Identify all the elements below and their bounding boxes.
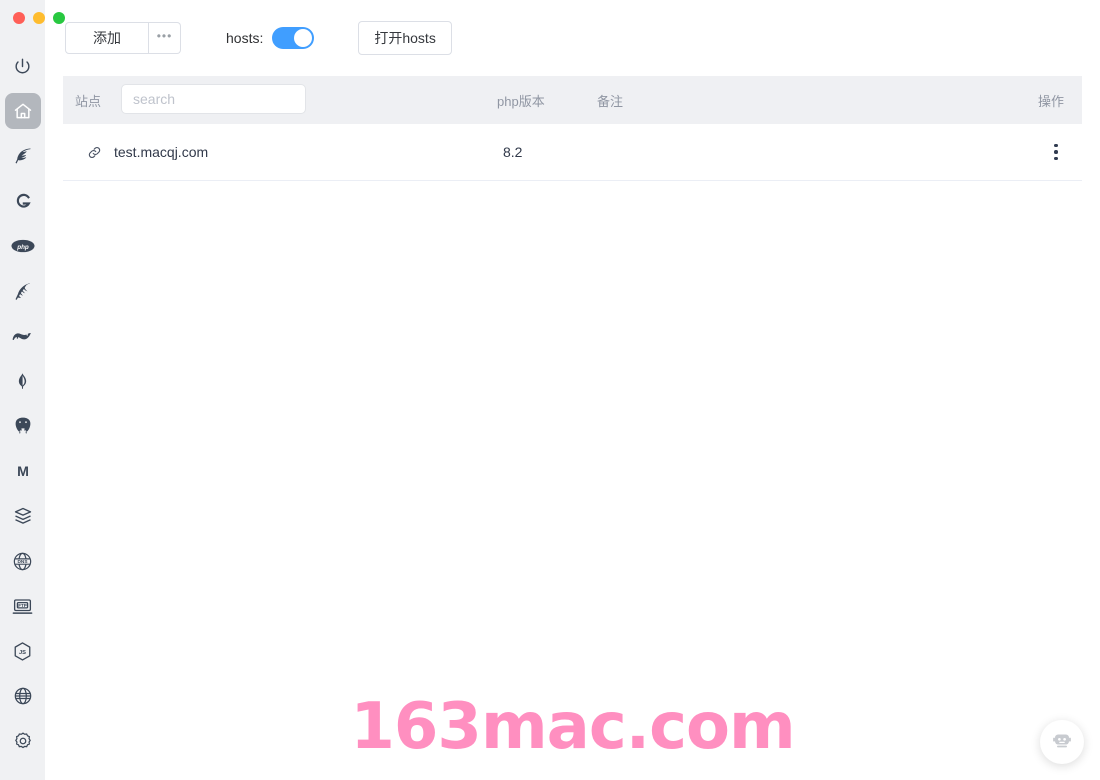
robot-assistant-icon bbox=[1050, 728, 1074, 757]
sidebar-item-settings[interactable] bbox=[5, 723, 41, 759]
row-actions-button[interactable] bbox=[1044, 140, 1068, 164]
table-row[interactable]: test.macqj.com 8.2 bbox=[63, 124, 1082, 181]
search-input[interactable] bbox=[121, 84, 306, 114]
more-vertical-icon bbox=[1054, 143, 1058, 161]
traffic-lights bbox=[13, 12, 65, 24]
app-window: php M DNS FTP JS 添加 ••• hosts: 打开hosts 站… bbox=[0, 0, 1100, 780]
sidebar-item-nodejs[interactable]: JS bbox=[5, 633, 41, 669]
column-header-site: 站点 bbox=[75, 93, 102, 109]
toolbar: 添加 ••• hosts: 打开hosts bbox=[45, 0, 1100, 76]
sidebar-item-home[interactable] bbox=[4, 93, 41, 129]
hosts-toggle-group: hosts: bbox=[226, 27, 315, 49]
main-content: 添加 ••• hosts: 打开hosts 站点 php版本 备注 操作 bbox=[45, 0, 1100, 780]
sidebar-item-mariadb[interactable] bbox=[5, 318, 41, 354]
more-options-button[interactable]: ••• bbox=[149, 22, 181, 54]
apache-feather-icon bbox=[12, 281, 33, 302]
svg-text:M: M bbox=[17, 464, 29, 480]
toggle-knob bbox=[294, 29, 313, 47]
svg-text:JS: JS bbox=[19, 649, 26, 655]
close-window-button[interactable] bbox=[13, 12, 25, 24]
sites-table: 站点 php版本 备注 操作 test.macqj.com 8.2 bbox=[63, 76, 1082, 181]
sidebar-item-ftp[interactable]: FTP bbox=[5, 588, 41, 624]
sidebar-item-postgresql[interactable] bbox=[5, 408, 41, 444]
site-cell: test.macqj.com bbox=[87, 144, 208, 160]
nodejs-hexagon-icon: JS bbox=[12, 641, 33, 662]
mariadb-sealion-icon bbox=[12, 326, 33, 347]
mongodb-leaf-icon bbox=[13, 372, 32, 391]
postgresql-elephant-icon bbox=[13, 416, 33, 436]
add-button-group: 添加 ••• bbox=[65, 22, 181, 54]
sidebar-item-web[interactable] bbox=[5, 678, 41, 714]
svg-text:DNS: DNS bbox=[18, 559, 28, 565]
database-stack-icon bbox=[13, 506, 33, 526]
hosts-toggle-switch[interactable] bbox=[272, 27, 315, 49]
minimize-window-button[interactable] bbox=[33, 12, 45, 24]
watermark-text: 163mac.com bbox=[350, 690, 795, 764]
svg-text:FTP: FTP bbox=[18, 602, 27, 607]
link-icon[interactable] bbox=[87, 145, 102, 160]
settings-gear-icon bbox=[13, 731, 33, 751]
sidebar-item-database[interactable] bbox=[5, 498, 41, 534]
column-header-action: 操作 bbox=[1037, 93, 1064, 109]
chat-assistant-button[interactable] bbox=[1040, 720, 1084, 764]
sidebar-item-power[interactable] bbox=[5, 48, 41, 84]
column-header-note: 备注 bbox=[597, 93, 624, 109]
svg-text:php: php bbox=[16, 244, 29, 251]
globe-icon bbox=[13, 686, 33, 706]
sidebar-item-memcached[interactable]: M bbox=[5, 453, 41, 489]
power-icon bbox=[13, 57, 32, 76]
home-icon bbox=[13, 101, 33, 121]
sidebar-item-mongodb[interactable] bbox=[5, 363, 41, 399]
sidebar-item-php[interactable]: php bbox=[5, 228, 41, 264]
open-hosts-button[interactable]: 打开hosts bbox=[358, 21, 452, 55]
sidebar-item-g[interactable] bbox=[5, 183, 41, 219]
sidebar-item-dns[interactable]: DNS bbox=[5, 543, 41, 579]
nginx-icon bbox=[13, 146, 33, 166]
php-icon: php bbox=[10, 238, 35, 254]
column-header-php-version: php版本 bbox=[497, 93, 545, 109]
sidebar-item-apache[interactable] bbox=[5, 273, 41, 309]
sidebar-item-nginx[interactable] bbox=[5, 138, 41, 174]
table-header-row: 站点 php版本 备注 操作 bbox=[63, 76, 1082, 124]
add-site-button[interactable]: 添加 bbox=[65, 22, 149, 54]
dns-icon: DNS bbox=[12, 551, 33, 572]
php-version-cell: 8.2 bbox=[503, 144, 523, 160]
sidebar: php M DNS FTP JS bbox=[0, 0, 65, 780]
m-letter-icon: M bbox=[13, 461, 33, 481]
g-letter-icon bbox=[13, 191, 33, 211]
hosts-label: hosts: bbox=[226, 30, 264, 46]
ftp-icon: FTP bbox=[12, 596, 33, 617]
site-name: test.macqj.com bbox=[114, 144, 209, 160]
zoom-window-button[interactable] bbox=[53, 12, 65, 24]
